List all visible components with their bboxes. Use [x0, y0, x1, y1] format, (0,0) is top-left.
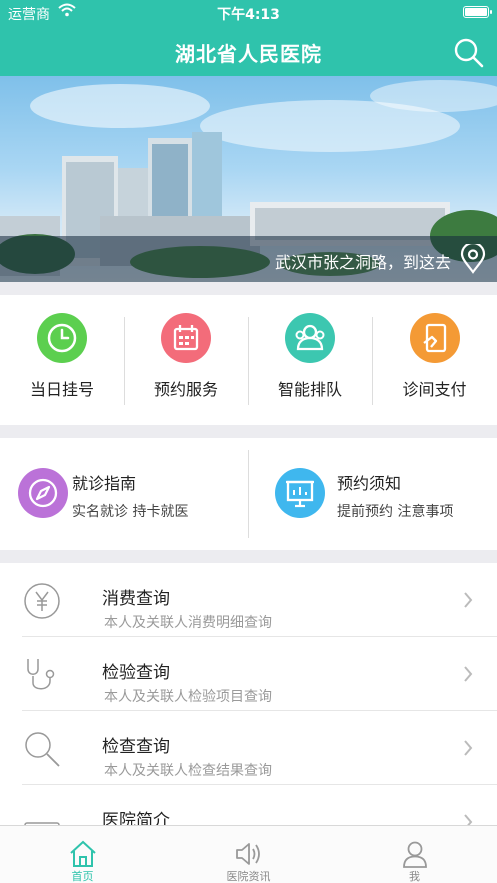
quick-action-label: 智能排队: [277, 380, 342, 399]
quick-action-smart-queue[interactable]: 智能排队: [248, 295, 372, 425]
top-bar: 运营商 下午4:13 湖北省人民医院: [0, 0, 497, 76]
tab-label: 医院资讯: [226, 870, 271, 883]
quick-action-same-day-registration[interactable]: 当日挂号: [0, 295, 124, 425]
guide-title: 预约须知: [337, 474, 402, 493]
address-bar[interactable]: 武汉市张之洞路，到这去: [0, 236, 497, 282]
quick-action-clinic-payment[interactable]: 诊间支付: [372, 295, 497, 425]
map-pin-icon[interactable]: [459, 244, 487, 274]
list-item-subtitle: 本人及关联人检验项目查询: [104, 689, 272, 705]
chevron-right-icon: [464, 592, 473, 608]
tab-home[interactable]: 首页: [0, 826, 165, 883]
presentation-icon: [275, 468, 325, 518]
person-icon: [403, 841, 427, 868]
quick-action-label: 当日挂号: [29, 380, 94, 399]
people-icon: [285, 313, 335, 363]
calendar-icon: [161, 313, 211, 363]
list-item-exam-query[interactable]: 检查查询 本人及关联人检查结果查询: [0, 711, 497, 785]
service-list: 消费查询 本人及关联人消费明细查询 检验查询 本人及关联人检验项目查询 检查查询…: [0, 563, 497, 825]
guide-subtitle: 提前预约 注意事项: [337, 504, 454, 520]
status-bar: 运营商 下午4:13: [0, 0, 497, 24]
quick-action-appointment[interactable]: 预约服务: [124, 295, 248, 425]
quick-action-label: 预约服务: [153, 380, 218, 399]
payment-icon: [410, 313, 460, 363]
hospital-address[interactable]: 武汉市张之洞路，到这去: [275, 249, 451, 273]
hospital-banner[interactable]: 武汉市张之洞路，到这去: [0, 76, 497, 282]
list-item-title: 检查查询: [102, 737, 170, 757]
chevron-right-icon: [464, 814, 473, 825]
list-item-subtitle: 本人及关联人消费明细查询: [104, 615, 272, 631]
chevron-right-icon: [464, 740, 473, 756]
list-item-hospital-intro[interactable]: 医院简介: [0, 785, 497, 825]
clock-icon: [37, 313, 87, 363]
tab-label: 首页: [71, 870, 94, 883]
list-item-consumption-query[interactable]: 消费查询 本人及关联人消费明细查询: [0, 563, 497, 637]
list-item-title: 消费查询: [102, 589, 170, 609]
page-title: 湖北省人民医院: [175, 42, 322, 66]
battery-icon: [463, 6, 492, 18]
guide-subtitle: 实名就诊 持卡就医: [72, 504, 189, 520]
quick-action-label: 诊间支付: [402, 380, 467, 399]
yen-icon: [24, 583, 60, 619]
compass-icon: [18, 468, 68, 518]
speaker-icon: [236, 843, 260, 865]
chevron-right-icon: [464, 666, 473, 682]
list-item-lab-query[interactable]: 检验查询 本人及关联人检验项目查询: [0, 637, 497, 711]
tab-label: 我: [409, 870, 420, 883]
tab-hospital-news[interactable]: 医院资讯: [166, 826, 331, 883]
document-icon: [24, 822, 60, 825]
status-time: 下午4:13: [217, 7, 280, 23]
guide-title: 就诊指南: [72, 474, 137, 493]
home-icon: [70, 840, 96, 867]
list-item-subtitle: 本人及关联人检查结果查询: [104, 763, 272, 779]
guide-panel: 就诊指南 实名就诊 持卡就医 预约须知 提前预约 注意事项: [0, 438, 497, 550]
magnifier-icon: [25, 732, 60, 767]
quick-actions-panel: 当日挂号 预约服务 智能排队 诊间支付: [0, 295, 497, 425]
tab-bar: 首页 医院资讯 我: [0, 825, 497, 883]
list-item-title: 检验查询: [102, 663, 170, 683]
search-icon[interactable]: [453, 37, 485, 69]
tab-me[interactable]: 我: [332, 826, 497, 883]
list-item-title: 医院简介: [102, 811, 170, 825]
stethoscope-icon: [27, 659, 55, 690]
guide-appointment-notice[interactable]: 预约须知 提前预约 注意事项: [249, 438, 497, 550]
guide-visit-guide[interactable]: 就诊指南 实名就诊 持卡就医: [0, 438, 248, 550]
